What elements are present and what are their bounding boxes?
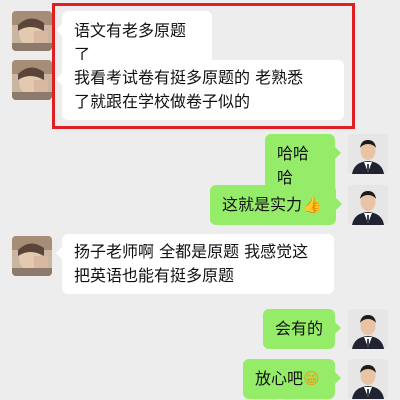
thumbs-up-icon: 👍	[302, 195, 322, 214]
my-avatar[interactable]	[348, 185, 388, 225]
message-text: 哈哈哈	[277, 144, 310, 187]
message-text-line: 把英语也能有挺多原题	[74, 266, 235, 285]
suit-man-avatar-icon	[348, 185, 388, 225]
message-bubble-incoming[interactable]: 扬子老师啊 全都是原题 我感觉这 把英语也能有挺多原题	[56, 234, 334, 294]
message-text: 会有的	[275, 319, 324, 338]
message-bubble-outgoing[interactable]: 这就是实力👍	[210, 185, 342, 225]
grinning-face-icon: 😁	[303, 369, 320, 388]
message-bubble-incoming[interactable]: 我看考试卷有挺多原题的 老熟悉 了就跟在学校做卷子似的	[56, 60, 344, 120]
suit-man-avatar-icon	[348, 359, 388, 399]
message-text: 这就是实力	[222, 195, 303, 214]
sender-photo-avatar-icon	[12, 236, 52, 276]
sender-avatar[interactable]	[12, 236, 52, 276]
sender-photo-avatar-icon	[12, 11, 52, 51]
my-avatar[interactable]	[348, 134, 388, 174]
message-text: 语文有老多原题了	[74, 21, 187, 64]
sender-photo-avatar-icon	[12, 60, 52, 100]
my-avatar[interactable]	[348, 359, 388, 399]
suit-man-avatar-icon	[348, 309, 388, 349]
sender-avatar[interactable]	[12, 60, 52, 100]
my-avatar[interactable]	[348, 309, 388, 349]
message-text-line: 了就跟在学校做卷子似的	[74, 92, 251, 111]
suit-man-avatar-icon	[348, 134, 388, 174]
sender-avatar[interactable]	[12, 11, 52, 51]
message-bubble-outgoing[interactable]: 放心吧😁	[243, 359, 341, 399]
message-text: 放心吧	[255, 369, 304, 388]
message-text-line: 扬子老师啊 全都是原题 我感觉这	[74, 242, 309, 261]
message-bubble-outgoing[interactable]: 会有的	[263, 309, 341, 349]
message-text-line: 我看考试卷有挺多原题的 老熟悉	[74, 68, 304, 87]
